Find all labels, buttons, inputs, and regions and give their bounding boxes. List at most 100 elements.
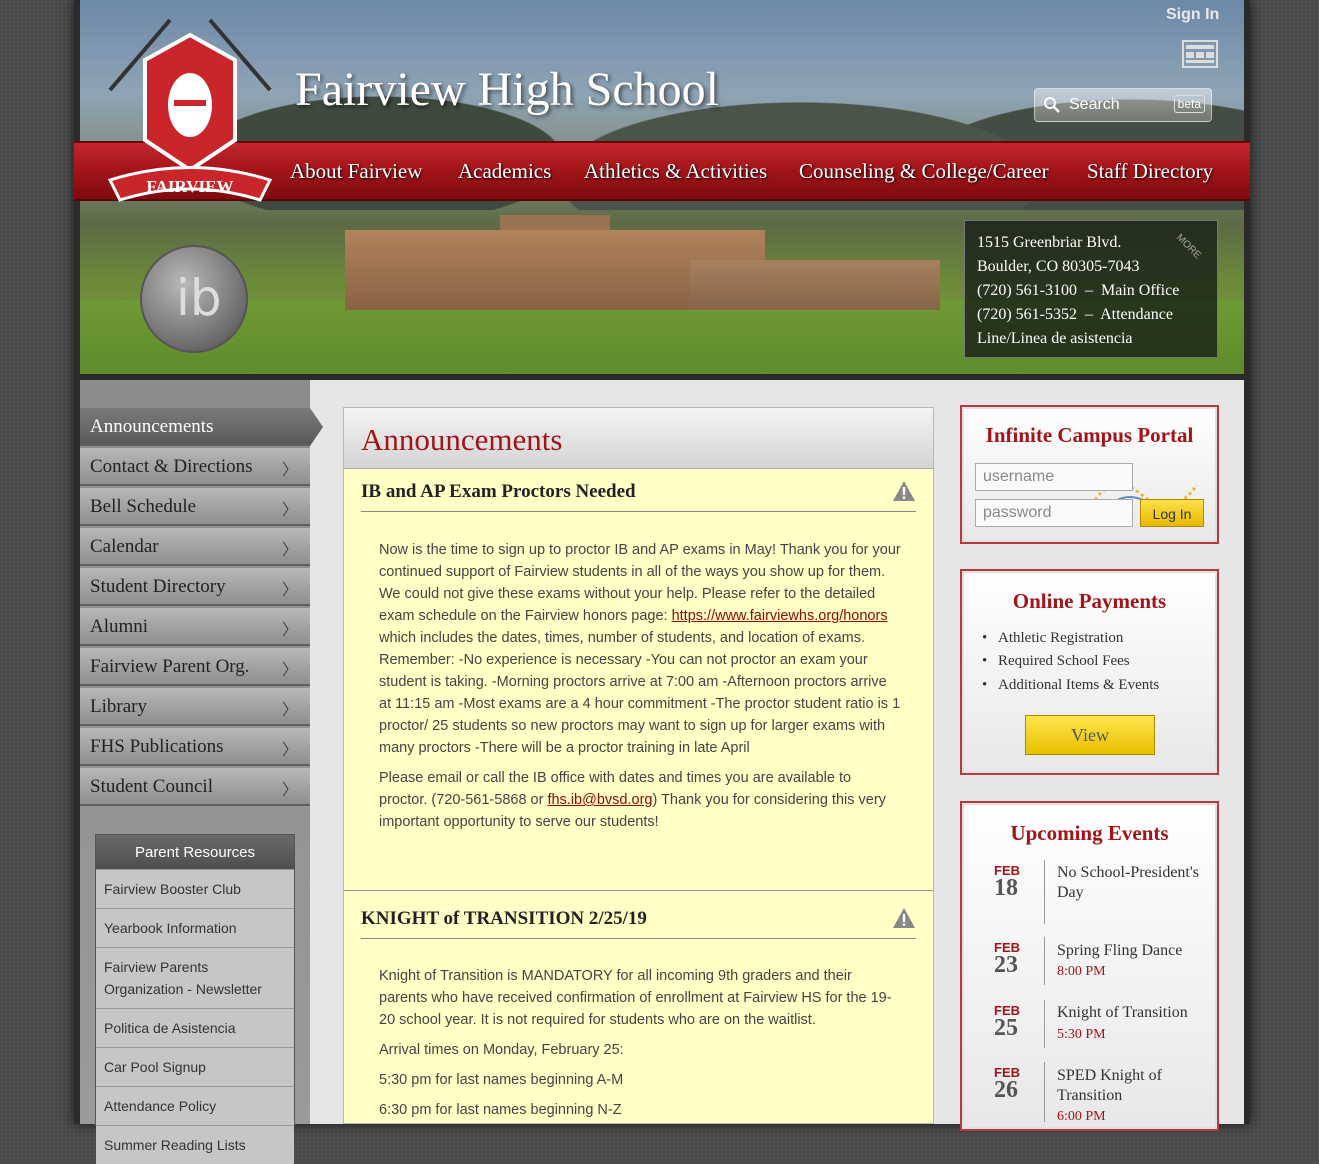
announcement-text: 6:30 pm for last names beginning N-Z — [379, 1102, 622, 1118]
event-name[interactable]: No School-President's Day — [1057, 863, 1217, 903]
event-name[interactable]: SPED Knight of Transition — [1057, 1066, 1217, 1106]
event-day: 25 — [994, 1015, 1018, 1041]
parent-resource-link[interactable]: Attendance Policy — [96, 1086, 294, 1125]
sidebar-item-label: Library — [90, 696, 147, 717]
event-time: 8:00 PM — [1057, 964, 1106, 979]
login-button[interactable]: Log In — [1140, 499, 1204, 527]
fairview-crest-logo[interactable]: FAIRVIEW — [100, 10, 280, 210]
divider — [361, 511, 916, 512]
beta-badge: beta — [1173, 95, 1205, 113]
chevron-right-icon: 〉 — [281, 460, 298, 479]
announcement-text: 5:30 pm for last names beginning A-M — [379, 1072, 624, 1088]
ib-world-school-logo: ib — [140, 245, 248, 353]
warning-icon — [893, 908, 915, 928]
sidebar-item-label: Alumni — [90, 616, 149, 637]
nav-athletics-activities[interactable]: Athletics & Activities — [584, 159, 767, 184]
sidebar-item-label: FHS Publications — [90, 736, 224, 757]
sidebar-item-calendar[interactable]: Calendar 〉 — [80, 528, 310, 566]
event-divider — [1044, 1000, 1045, 1048]
announcements-header: Announcements — [344, 408, 933, 469]
phone-main-office: (720) 561-3100 – Main Office — [977, 282, 1180, 299]
honors-page-link[interactable]: https://www.fairviewhs.org/honors — [672, 608, 888, 624]
password-field[interactable]: password — [975, 499, 1133, 527]
search-input[interactable]: Search — [1069, 96, 1120, 114]
event-divider — [1044, 860, 1045, 924]
sidebar-item-label: Student Directory — [90, 576, 226, 597]
announcement-body: Now is the time to sign up to proctor IB… — [379, 539, 901, 841]
sidebar-item-bell-schedule[interactable]: Bell Schedule 〉 — [80, 488, 310, 526]
payment-item: Required School Fees — [982, 653, 1130, 670]
announcements-panel: Announcements IB and AP Exam Proctors Ne… — [343, 407, 934, 1124]
event-day: 26 — [994, 1077, 1018, 1103]
event-divider — [1044, 937, 1045, 985]
sidebar-item-student-council[interactable]: Student Council 〉 — [80, 768, 310, 806]
event-day: 18 — [994, 875, 1018, 901]
warning-icon — [893, 481, 915, 501]
announcement-text: which includes the dates, times, number … — [379, 630, 901, 756]
chevron-right-icon: 〉 — [281, 740, 298, 759]
username-field[interactable]: username — [975, 463, 1133, 491]
nav-counseling[interactable]: Counseling & College/Career — [799, 159, 1049, 184]
sign-in-link[interactable]: Sign In — [1166, 6, 1219, 24]
sidebar-item-parent-org[interactable]: Fairview Parent Org. 〉 — [80, 648, 310, 686]
search-box[interactable]: Search beta — [1034, 88, 1212, 122]
online-payments-box: Online Payments Athletic Registration Re… — [960, 569, 1219, 775]
payment-item: Additional Items & Events — [982, 677, 1159, 694]
chevron-right-icon: 〉 — [281, 540, 298, 559]
parent-resource-link[interactable]: Politica de Asistencia — [96, 1008, 294, 1047]
event-name[interactable]: Knight of Transition — [1057, 1003, 1217, 1023]
parent-resource-link[interactable]: Car Pool Signup — [96, 1047, 294, 1086]
site-menu-icon[interactable] — [1182, 40, 1218, 68]
school-building-image — [690, 260, 940, 310]
parent-resources-title: Parent Resources — [96, 835, 294, 869]
event-name[interactable]: Spring Fling Dance — [1057, 941, 1217, 961]
sidebar-item-contact-directions[interactable]: Contact & Directions 〉 — [80, 448, 310, 486]
announcement-separator — [344, 890, 933, 891]
divider — [361, 938, 916, 939]
announcement-title[interactable]: IB and AP Exam Proctors Needed — [361, 481, 636, 503]
event-day: 23 — [994, 952, 1018, 978]
sidebar-item-label: Contact & Directions — [90, 456, 253, 477]
sidebar-item-label: Student Council — [90, 776, 213, 797]
address-line: Boulder, CO 80305-7043 — [977, 258, 1140, 275]
event-divider — [1044, 1062, 1045, 1122]
payments-title: Online Payments — [1012, 589, 1167, 613]
phone-attendance-cont: Line/Linea de asistencia — [977, 330, 1133, 347]
portal-title: Infinite Campus Portal — [985, 423, 1194, 447]
parent-resource-link[interactable]: Fairview Parents Organization - Newslett… — [96, 947, 294, 1008]
chevron-right-icon: 〉 — [281, 700, 298, 719]
sidebar-item-label: Calendar — [90, 536, 159, 557]
sidebar-item-alumni[interactable]: Alumni 〉 — [80, 608, 310, 646]
sidebar-item-label: Bell Schedule — [90, 496, 197, 517]
svg-text:FAIRVIEW: FAIRVIEW — [147, 177, 234, 196]
event-time: 5:30 PM — [1057, 1027, 1106, 1042]
chevron-right-icon: 〉 — [281, 620, 298, 639]
parent-resource-link[interactable]: Fairview Booster Club — [96, 869, 294, 908]
nav-about-fairview[interactable]: About Fairview — [290, 159, 422, 184]
address-box: 1515 Greenbriar Blvd. Boulder, CO 80305-… — [964, 220, 1218, 358]
sidebar-item-student-directory[interactable]: Student Directory 〉 — [80, 568, 310, 606]
parent-resource-link[interactable]: Yearbook Information — [96, 908, 294, 947]
page-title: Announcements — [361, 422, 563, 457]
sidebar-item-announcements[interactable]: Announcements — [80, 408, 323, 446]
ib-email-link[interactable]: fhs.ib@bvsd.org — [547, 792, 652, 808]
nav-academics[interactable]: Academics — [458, 159, 551, 184]
events-title: Upcoming Events — [1010, 821, 1169, 845]
upcoming-events-box: Upcoming Events FEB 18 No School-Preside… — [960, 801, 1219, 1131]
search-icon — [1044, 97, 1060, 113]
parent-resources-panel: Parent Resources Fairview Booster Club Y… — [95, 834, 295, 1164]
infinite-campus-portal-box: Infinite Campus Portal username password… — [960, 405, 1219, 544]
chevron-right-icon: 〉 — [281, 780, 298, 799]
sidebar-item-label: Announcements — [90, 416, 214, 437]
announcement-title[interactable]: KNIGHT of TRANSITION 2/25/19 — [361, 908, 647, 930]
parent-resource-link[interactable]: Summer Reading Lists — [96, 1125, 294, 1164]
announcement-text: Knight of Transition is MANDATORY for al… — [379, 968, 892, 1028]
sidebar-item-label: Fairview Parent Org. — [90, 656, 250, 677]
nav-staff-directory[interactable]: Staff Directory — [1087, 159, 1213, 184]
sidebar-item-publications[interactable]: FHS Publications 〉 — [80, 728, 310, 766]
chevron-right-icon: 〉 — [281, 660, 298, 679]
school-title[interactable]: Fairview High School — [295, 62, 719, 117]
sidebar-item-library[interactable]: Library 〉 — [80, 688, 310, 726]
view-payments-button[interactable]: View — [1025, 715, 1155, 755]
announcement-text: Arrival times on Monday, February 25: — [379, 1042, 624, 1058]
